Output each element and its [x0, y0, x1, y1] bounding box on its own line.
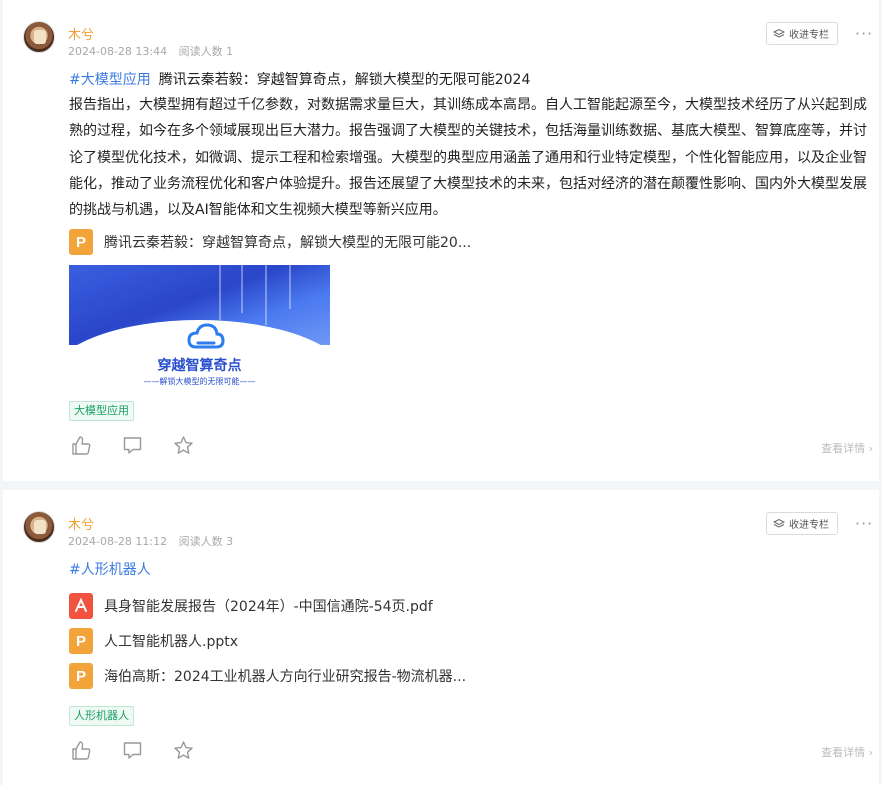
avatar[interactable] [23, 511, 55, 543]
post-body: 报告指出，大模型拥有超过千亿参数，对数据需求量巨大，其训练成本高昂。自人工智能起… [69, 97, 867, 219]
attachment-list: P 腾讯云秦若毅：穿越智算奇点，解锁大模型的无限可能20... [69, 227, 867, 257]
bookmark-icon [773, 28, 785, 38]
topic-hashtag[interactable]: #大模型应用 [69, 72, 151, 88]
collect-button[interactable]: 收进专栏 [766, 512, 838, 535]
star-icon[interactable] [173, 740, 194, 761]
attachment-item[interactable]: P 腾讯云秦若毅：穿越智算奇点，解锁大模型的无限可能20... [69, 227, 867, 257]
attachment-name: 具身智能发展报告（2024年）-中国信通院-54页.pdf [104, 599, 433, 615]
post-content: #人形机器人 [69, 560, 867, 580]
cloud-logo-icon [187, 323, 225, 349]
collect-label: 收进专栏 [789, 520, 829, 531]
attachment-name: 海伯高斯：2024工业机器人方向行业研究报告-物流机器... [104, 669, 467, 685]
comment-icon[interactable] [122, 435, 143, 456]
ppt-file-icon: P [69, 229, 93, 255]
action-bar [71, 740, 194, 761]
post-title: 腾讯云秦若毅：穿越智算奇点，解锁大模型的无限可能2024 [158, 72, 531, 88]
post-card: 木兮 2024-08-28 11:12 阅读人数 3 收进专栏 ··· #人形机… [3, 490, 879, 785]
view-count: 阅读人数 3 [178, 535, 234, 548]
ppt-file-icon: P [69, 628, 93, 654]
view-detail-link[interactable]: 查看详情 › [821, 744, 873, 760]
pdf-file-icon [69, 593, 93, 619]
attachment-item[interactable]: P 人工智能机器人.pptx [69, 626, 867, 656]
star-icon[interactable] [173, 435, 194, 456]
post-date: 2024-08-28 13:44 [68, 45, 168, 58]
post-title-line: #大模型应用 腾讯云秦若毅：穿越智算奇点，解锁大模型的无限可能2024 [69, 70, 867, 90]
topic-hashtag[interactable]: #人形机器人 [69, 562, 151, 578]
report-cover-thumbnail[interactable]: 穿越智算奇点 ——解锁大模型的无限可能—— [69, 265, 330, 392]
avatar[interactable] [23, 21, 55, 53]
like-icon[interactable] [71, 740, 92, 761]
tag-row: 人形机器人 [69, 704, 134, 726]
attachment-list: 具身智能发展报告（2024年）-中国信通院-54页.pdf P 人工智能机器人.… [69, 591, 867, 691]
cover-subtitle: ——解锁大模型的无限可能—— [143, 377, 256, 386]
ppt-file-icon: P [69, 663, 93, 689]
tag-row: 大模型应用 [69, 399, 134, 421]
attachment-name: 腾讯云秦若毅：穿越智算奇点，解锁大模型的无限可能20... [104, 235, 472, 251]
topic-tag[interactable]: 大模型应用 [69, 401, 134, 421]
post-meta: 2024-08-28 13:44 阅读人数 1 [68, 43, 233, 59]
post-card: 木兮 2024-08-28 13:44 阅读人数 1 收进专栏 ··· #大模型… [3, 0, 879, 481]
author-name[interactable]: 木兮 [68, 24, 94, 43]
attachment-item[interactable]: 具身智能发展报告（2024年）-中国信通院-54页.pdf [69, 591, 867, 621]
collect-label: 收进专栏 [789, 30, 829, 41]
like-icon[interactable] [71, 435, 92, 456]
view-detail-link[interactable]: 查看详情 › [821, 440, 873, 456]
more-icon[interactable]: ··· [855, 514, 873, 533]
post-title-line: #人形机器人 [69, 560, 867, 580]
bookmark-icon [773, 518, 785, 528]
attachment-item[interactable]: P 海伯高斯：2024工业机器人方向行业研究报告-物流机器... [69, 661, 867, 691]
post-meta: 2024-08-28 11:12 阅读人数 3 [68, 533, 233, 549]
more-icon[interactable]: ··· [855, 24, 873, 43]
comment-icon[interactable] [122, 740, 143, 761]
post-date: 2024-08-28 11:12 [68, 535, 168, 548]
action-bar [71, 435, 194, 456]
cover-title: 穿越智算奇点 [157, 358, 242, 374]
author-name[interactable]: 木兮 [68, 514, 94, 533]
attachment-name: 人工智能机器人.pptx [104, 634, 238, 650]
topic-tag[interactable]: 人形机器人 [69, 706, 134, 726]
view-count: 阅读人数 1 [178, 45, 234, 58]
collect-button[interactable]: 收进专栏 [766, 22, 838, 45]
post-content: #大模型应用 腾讯云秦若毅：穿越智算奇点，解锁大模型的无限可能2024 报告指出，… [69, 70, 867, 223]
